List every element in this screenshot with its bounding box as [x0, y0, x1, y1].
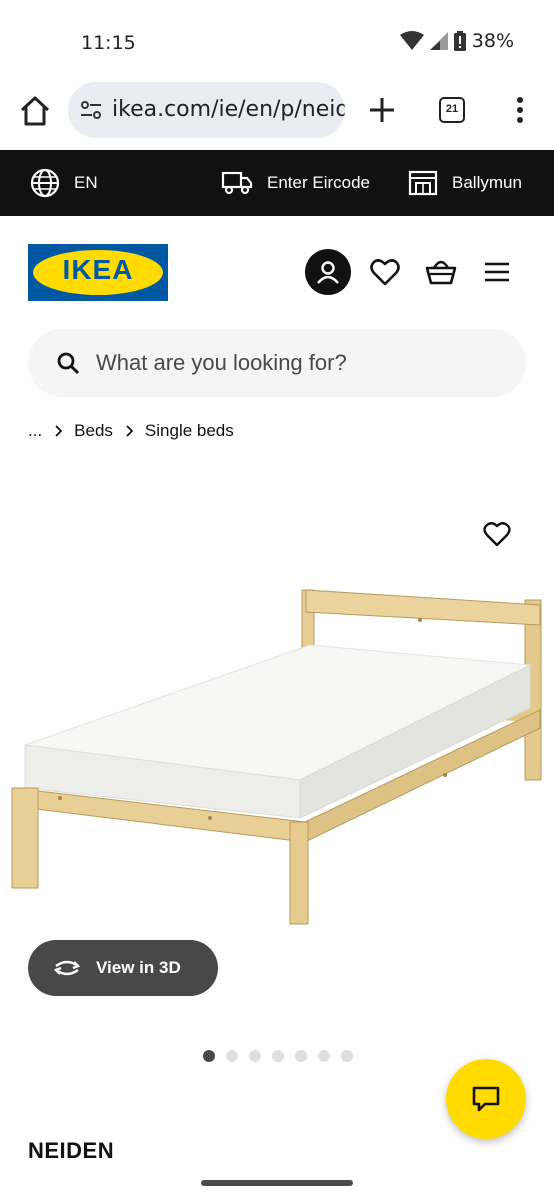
bed-product-image	[11, 589, 542, 925]
store-label: Ballymun	[452, 173, 522, 192]
search-bar[interactable]	[28, 329, 526, 397]
store-selector[interactable]: Ballymun	[408, 150, 522, 216]
search-icon	[57, 352, 80, 375]
wifi-icon	[399, 31, 424, 50]
carousel-dot[interactable]	[341, 1050, 353, 1062]
breadcrumb-item-single-beds[interactable]: Single beds	[145, 421, 234, 441]
battery-alert-icon	[453, 31, 466, 51]
status-right: 38%	[399, 30, 514, 52]
product-image-carousel[interactable]	[0, 460, 554, 1020]
basket-icon[interactable]	[425, 256, 457, 286]
battery-percent: 38%	[471, 30, 514, 52]
globe-icon	[30, 168, 60, 198]
account-icon	[317, 261, 339, 284]
hamburger-menu-icon[interactable]	[485, 262, 509, 282]
breadcrumb-ellipsis[interactable]: ...	[28, 421, 42, 441]
utility-bar: EN Enter Eircode Ballymun	[0, 150, 554, 216]
view-in-3d-label: View in 3D	[96, 958, 181, 977]
carousel-dot[interactable]	[249, 1050, 261, 1062]
carousel-dot[interactable]	[272, 1050, 284, 1062]
search-input[interactable]	[96, 329, 496, 397]
tab-switcher-button[interactable]: 21	[439, 97, 465, 123]
product-title: NEIDEN	[28, 1138, 115, 1163]
heart-icon[interactable]	[370, 258, 400, 286]
store-icon	[408, 170, 438, 196]
home-icon[interactable]	[18, 94, 52, 128]
status-time: 11:15	[81, 32, 136, 54]
overflow-menu-icon[interactable]	[510, 96, 530, 124]
chat-icon	[472, 1086, 500, 1112]
add-to-wishlist-heart-icon[interactable]	[483, 521, 511, 547]
carousel-dot[interactable]	[203, 1050, 215, 1062]
language-label: EN	[74, 173, 98, 192]
logo-text: IKEA	[62, 254, 134, 285]
breadcrumb: ... Beds Single beds	[28, 421, 234, 441]
address-bar[interactable]: ikea.com/ie/en/p/neide	[68, 82, 345, 138]
view-in-3d-button[interactable]: View in 3D	[28, 940, 218, 996]
ikea-logo[interactable]: IKEA	[28, 244, 168, 301]
status-bar: 11:15 38%	[0, 0, 554, 80]
chat-button[interactable]	[446, 1059, 526, 1139]
eircode-selector[interactable]: Enter Eircode	[221, 150, 370, 216]
url-text: ikea.com/ie/en/p/neide	[112, 97, 345, 122]
delivery-truck-icon	[221, 171, 253, 195]
gesture-home-indicator[interactable]	[201, 1180, 353, 1186]
chevron-right-icon	[126, 425, 133, 437]
language-selector[interactable]: EN	[30, 150, 98, 216]
breadcrumb-item-beds[interactable]: Beds	[74, 421, 113, 441]
new-tab-icon[interactable]	[368, 96, 396, 124]
eircode-label: Enter Eircode	[267, 173, 370, 192]
browser-toolbar: ikea.com/ie/en/p/neide 21	[0, 80, 554, 150]
carousel-indicator	[203, 1050, 353, 1062]
rotate-3d-icon	[53, 960, 81, 976]
chevron-right-icon	[55, 425, 63, 437]
signal-icon	[429, 32, 448, 50]
account-button[interactable]	[305, 249, 351, 295]
carousel-dot[interactable]	[226, 1050, 238, 1062]
carousel-dot[interactable]	[318, 1050, 330, 1062]
site-settings-icon[interactable]	[80, 99, 102, 121]
carousel-dot[interactable]	[295, 1050, 307, 1062]
